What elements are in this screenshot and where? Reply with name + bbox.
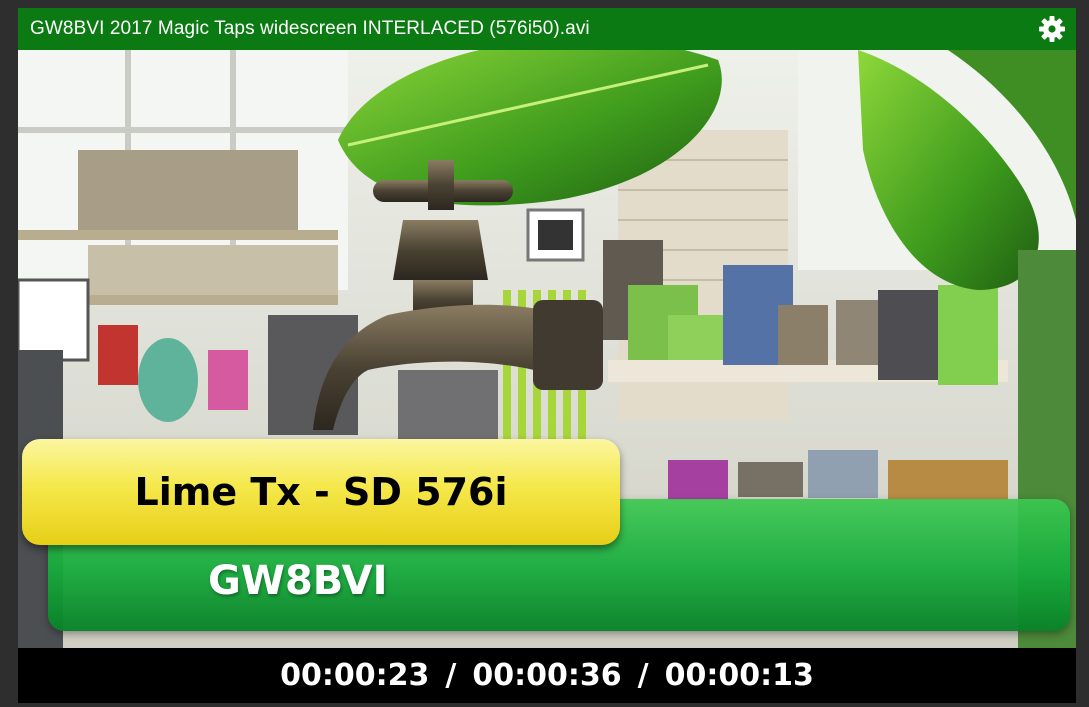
time-remaining: 00:00:13 <box>664 658 814 693</box>
timecode-bar: 00:00:23 / 00:00:36 / 00:00:13 <box>18 648 1076 703</box>
gear-icon[interactable] <box>1038 15 1066 43</box>
window-title: GW8BVI 2017 Magic Taps widescreen INTERL… <box>30 18 590 39</box>
video-frame[interactable]: GW8BVI Lime Tx - SD 576i <box>18 50 1076 648</box>
time-separator: / <box>445 658 457 693</box>
lower-third-callsign: GW8BVI <box>208 558 388 604</box>
lower-third-title: Lime Tx - SD 576i <box>134 470 508 514</box>
time-elapsed: 00:00:23 <box>280 658 430 693</box>
time-separator: / <box>637 658 649 693</box>
title-bar: GW8BVI 2017 Magic Taps widescreen INTERL… <box>18 8 1076 50</box>
time-total: 00:00:36 <box>472 658 622 693</box>
player-window: GW8BVI 2017 Magic Taps widescreen INTERL… <box>0 0 1089 707</box>
lower-third-yellow-bar: Lime Tx - SD 576i <box>22 439 620 545</box>
